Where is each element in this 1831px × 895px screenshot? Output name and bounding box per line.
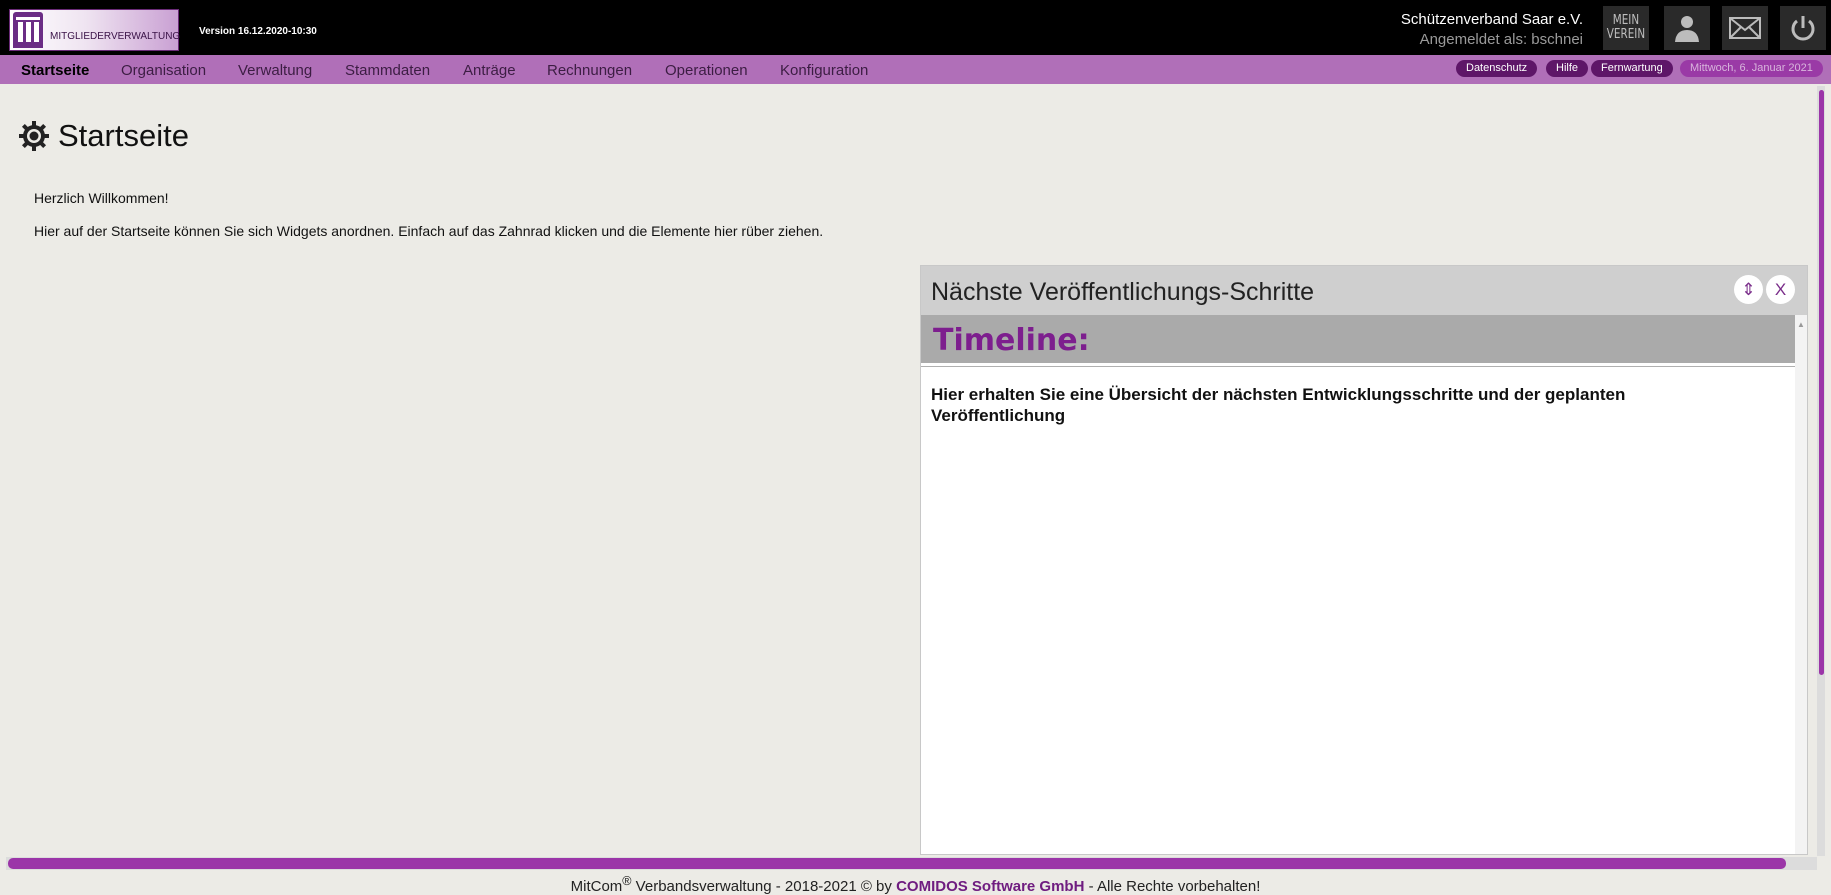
footer-company-link[interactable]: COMIDOS Software GmbH [896, 878, 1084, 895]
logout-button[interactable] [1780, 6, 1826, 50]
nav-item-rechnungen[interactable]: Rechnungen [547, 62, 632, 79]
fernwartung-button[interactable]: Fernwartung [1591, 60, 1673, 77]
widget-title: Nächste Veröffentlichungs-Schritte [931, 278, 1315, 306]
date-badge: Mittwoch, 6. Januar 2021 [1680, 60, 1823, 77]
hint-text: Hier auf der Startseite können Sie sich … [34, 223, 824, 239]
main-nav: Startseite Organisation Verwaltung Stamm… [0, 55, 1831, 84]
page-heading: Startseite [18, 118, 189, 154]
gear-icon[interactable] [18, 120, 50, 152]
footer-copyright: Verbandsverwaltung - 2018-2021 © by [631, 878, 897, 895]
release-steps-widget: Nächste Veröffentlichungs-Schritte ⇕ X T… [920, 265, 1808, 855]
nav-item-konfiguration[interactable]: Konfiguration [780, 62, 868, 79]
mail-icon [1729, 17, 1761, 39]
widget-close-button[interactable]: X [1766, 275, 1795, 304]
widget-move-button[interactable]: ⇕ [1734, 275, 1763, 304]
app-logo[interactable]: MITGLIEDERVERWALTUNG [9, 9, 181, 51]
mein-verein-button[interactable]: MEIN VEREIN [1603, 6, 1649, 50]
divider [921, 366, 1795, 367]
scroll-up-icon[interactable]: ▲ [1797, 320, 1805, 329]
user-icon [1675, 16, 1699, 42]
logo-text: MITGLIEDERVERWALTUNG [50, 31, 181, 42]
nav-item-stammdaten[interactable]: Stammdaten [345, 62, 430, 79]
logo-emblem-icon [13, 12, 43, 48]
timeline-label: Timeline: [933, 323, 1090, 358]
datenschutz-button[interactable]: Datenschutz [1456, 60, 1538, 77]
hilfe-button[interactable]: Hilfe [1546, 60, 1589, 77]
power-icon [1791, 16, 1815, 41]
nav-item-startseite[interactable]: Startseite [21, 62, 89, 79]
logged-in-user: Angemeldet als: bschnei [1419, 31, 1583, 48]
welcome-text: Herzlich Willkommen! [34, 190, 169, 206]
footer-rights: - Alle Rechte vorbehalten! [1084, 878, 1261, 895]
top-bar: MITGLIEDERVERWALTUNG Version 16.12.2020-… [0, 0, 1831, 55]
widget-description: Hier erhalten Sie eine Übersicht der näc… [931, 385, 1626, 425]
organization-name: Schützenverband Saar e.V. [1400, 11, 1583, 28]
page-horizontal-scroll-thumb[interactable] [8, 858, 1786, 869]
page-title: Startseite [58, 118, 189, 153]
nav-item-organisation[interactable]: Organisation [121, 62, 206, 79]
nav-item-antraege[interactable]: Anträge [463, 62, 516, 79]
mail-button[interactable] [1722, 6, 1768, 50]
timeline-header: Timeline: [921, 315, 1795, 366]
widget-scrollbar[interactable]: ▲ [1795, 315, 1807, 854]
version-label: Version 16.12.2020-10:30 [199, 26, 317, 37]
footer-registered-mark: ® [622, 874, 632, 888]
user-button[interactable] [1664, 6, 1710, 50]
page-vertical-scroll-thumb[interactable] [1819, 90, 1824, 675]
footer-product: MitCom [570, 878, 623, 895]
nav-item-operationen[interactable]: Operationen [665, 62, 748, 79]
mein-verein-label: MEIN VEREIN [1606, 13, 1646, 42]
nav-item-verwaltung[interactable]: Verwaltung [238, 62, 312, 79]
widget-header[interactable]: Nächste Veröffentlichungs-Schritte ⇕ X [921, 266, 1807, 315]
